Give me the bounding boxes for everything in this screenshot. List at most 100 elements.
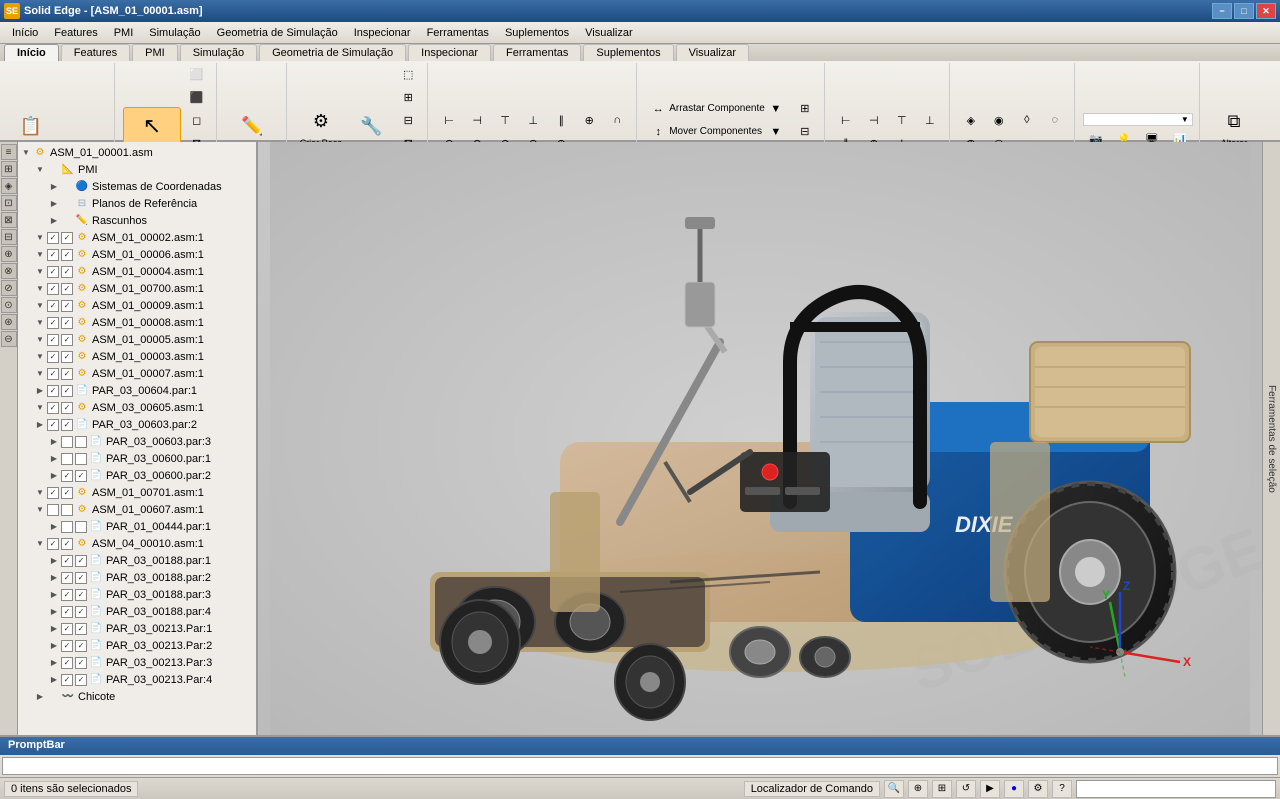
tree-checkbox[interactable] [47,351,59,363]
tab-inspecionar[interactable]: Inspecionar [408,44,491,61]
btn-mnt-s1[interactable]: ⬚ [395,63,421,85]
tree-checkbox[interactable] [61,589,73,601]
tree-expand[interactable]: ▼ [34,538,46,550]
tree-expand[interactable]: ▶ [48,623,60,635]
tree-checkbox-2[interactable] [75,572,87,584]
tree-expand[interactable]: ▼ [34,266,46,278]
tree-checkbox-2[interactable] [61,266,73,278]
tree-expand[interactable]: ▼ [34,164,46,176]
prompt-input[interactable] [2,757,1278,775]
tree-item[interactable]: ▶〰️Chicote [20,688,254,705]
btn-sel-opt2[interactable]: ⬛ [184,86,210,108]
menu-ferramentas[interactable]: Ferramentas [419,25,497,41]
btn-res5[interactable]: ∥ [548,109,574,131]
sidebar-icon-2[interactable]: ⊞ [1,161,17,177]
tree-checkbox-2[interactable] [75,657,87,669]
tree-expand[interactable]: ▼ [34,334,46,346]
btn-rel2[interactable]: ⊣ [861,109,887,131]
tree-checkbox[interactable] [61,640,73,652]
status-icon-8[interactable]: ? [1052,780,1072,798]
tree-expand[interactable]: ▼ [34,351,46,363]
tree-checkbox-2[interactable] [75,674,87,686]
tree-checkbox[interactable] [47,317,59,329]
tree-expand[interactable]: ▶ [48,589,60,601]
btn-res4[interactable]: ⊥ [520,109,546,131]
app-minimize-btn[interactable]: − [1212,3,1232,19]
tree-checkbox[interactable] [47,232,59,244]
tree-container[interactable]: ▼ ⚙ ASM_01_00001.asm ▼📐PMI▶🔵Sistemas de … [18,142,256,735]
tree-checkbox-2[interactable] [61,402,73,414]
menu-simulacao[interactable]: Simulação [141,25,208,41]
tab-visualizar[interactable]: Visualizar [676,44,750,61]
tree-checkbox-2[interactable] [75,521,87,533]
btn-arrastar[interactable]: ↔ Arrastar Componente ▼ [645,98,789,120]
tree-item[interactable]: ▶🔵Sistemas de Coordenadas [20,178,254,195]
tree-expand[interactable]: ▶ [48,674,60,686]
tree-checkbox[interactable] [61,674,73,686]
tree-expand[interactable]: ▶ [48,181,60,193]
tree-checkbox[interactable] [47,487,59,499]
menu-inspecionar[interactable]: Inspecionar [346,25,419,41]
tree-item[interactable]: ▶📄PAR_03_00213.Par:3 [20,654,254,671]
tree-item[interactable]: ▶📄PAR_03_00603.par:3 [20,433,254,450]
tree-checkbox[interactable] [47,368,59,380]
btn-rel4[interactable]: ⊥ [917,109,943,131]
tree-checkbox-2[interactable] [61,538,73,550]
sidebar-icon-11[interactable]: ⊛ [1,314,17,330]
tree-expand[interactable]: ▶ [48,198,60,210]
tree-item[interactable]: ▼⚙ASM_01_00006.asm:1 [20,246,254,263]
tree-checkbox[interactable] [61,521,73,533]
tree-item[interactable]: ▶📄PAR_03_00188.par:1 [20,552,254,569]
tree-item[interactable]: ▶📄PAR_03_00600.par:1 [20,450,254,467]
tree-checkbox[interactable] [47,283,59,295]
tree-item[interactable]: ▼📐PMI [20,161,254,178]
tree-item[interactable]: ▶📄PAR_03_00603.par:2 [20,416,254,433]
tab-pmi[interactable]: PMI [132,44,178,61]
sidebar-icon-12[interactable]: ⊖ [1,331,17,347]
sidebar-icon-9[interactable]: ⊘ [1,280,17,296]
btn-mod-s2[interactable]: ⊟ [792,121,818,143]
tree-expand[interactable]: ▶ [48,521,60,533]
status-icon-6[interactable]: ● [1004,780,1024,798]
status-icon-4[interactable]: ↺ [956,780,976,798]
status-icon-7[interactable]: ⚙ [1028,780,1048,798]
status-search-input[interactable] [1076,780,1276,798]
status-icon-1[interactable]: 🔍 [884,780,904,798]
status-icon-5[interactable]: ▶ [980,780,1000,798]
tree-checkbox[interactable] [47,402,59,414]
tree-checkbox[interactable] [61,572,73,584]
tree-checkbox[interactable] [61,436,73,448]
btn-pad3[interactable]: ◊ [1014,109,1040,131]
btn-res3[interactable]: ⊤ [492,109,518,131]
status-icon-2[interactable]: ⊕ [908,780,928,798]
sidebar-icon-1[interactable]: ≡ [1,144,17,160]
tree-expand[interactable]: ▶ [34,691,46,703]
sidebar-icon-10[interactable]: ⊙ [1,297,17,313]
tree-item[interactable]: ▼⚙ASM_01_00002.asm:1 [20,229,254,246]
tree-item[interactable]: ▼⚙ASM_01_00007.asm:1 [20,365,254,382]
tree-expand[interactable]: ▶ [34,385,46,397]
tree-item[interactable]: ▶⊟Planos de Referência [20,195,254,212]
tree-checkbox-2[interactable] [61,487,73,499]
tree-expand[interactable]: ▶ [48,657,60,669]
sidebar-icon-5[interactable]: ⊠ [1,212,17,228]
btn-pad2[interactable]: ◉ [986,109,1012,131]
tree-item[interactable]: ▼⚙ASM_03_00605.asm:1 [20,399,254,416]
tree-checkbox-2[interactable] [75,640,87,652]
tree-checkbox-2[interactable] [61,419,73,431]
tree-checkbox[interactable] [47,300,59,312]
tab-suplementos[interactable]: Suplementos [583,44,673,61]
tree-item[interactable]: ▶📄PAR_03_00600.par:2 [20,467,254,484]
sidebar-icon-8[interactable]: ⊗ [1,263,17,279]
tree-checkbox-2[interactable] [61,504,73,516]
tree-item[interactable]: ▼⚙ASM_01_00005.asm:1 [20,331,254,348]
tree-checkbox[interactable] [61,623,73,635]
tree-checkbox[interactable] [61,606,73,618]
tree-item[interactable]: ▼⚙ASM_04_00010.asm:1 [20,535,254,552]
tree-checkbox-2[interactable] [61,249,73,261]
tab-features[interactable]: Features [61,44,130,61]
tree-expand[interactable]: ▼ [34,504,46,516]
tree-checkbox-2[interactable] [61,368,73,380]
tree-checkbox[interactable] [47,419,59,431]
tree-item[interactable]: ▶✏️Rascunhos [20,212,254,229]
